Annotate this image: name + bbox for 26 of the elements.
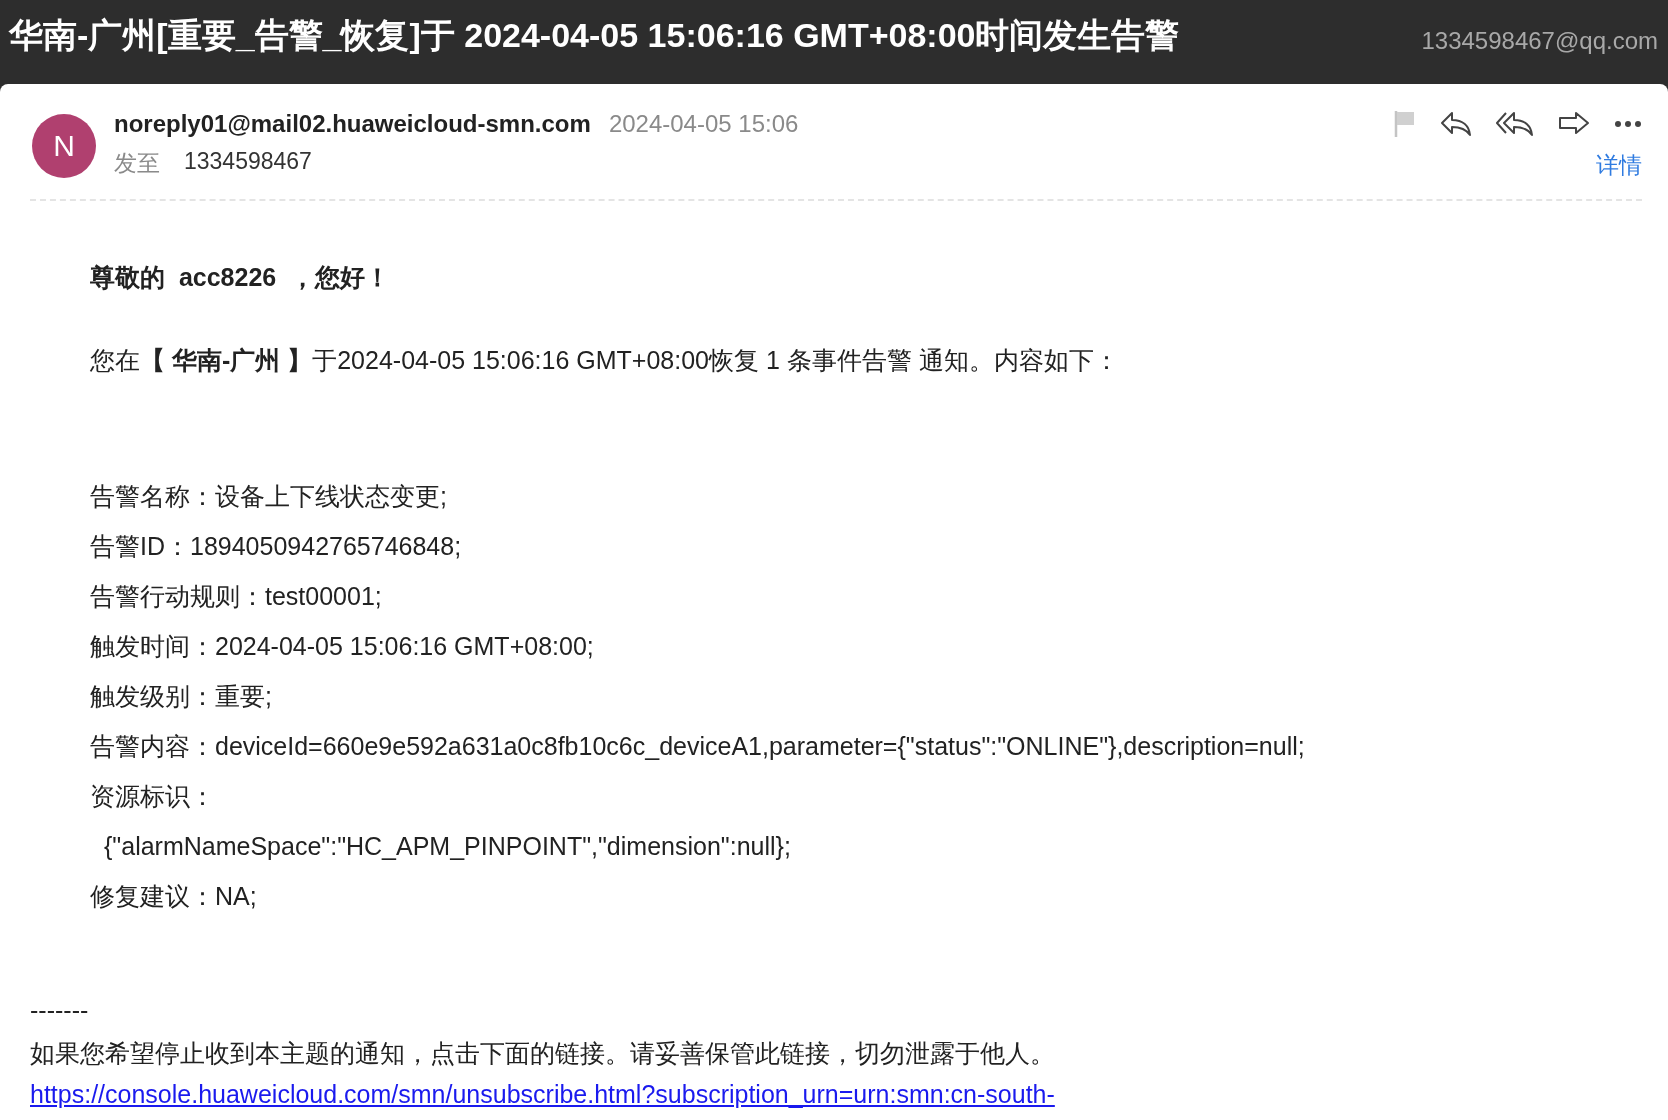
- recipient-label: 发至: [114, 149, 160, 178]
- forward-icon[interactable]: [1558, 111, 1590, 137]
- greeting-text: 尊敬的 acc8226 ，您好！: [90, 262, 392, 293]
- body-line: 告警行动规则：test00001;: [90, 581, 383, 612]
- body-line: 触发级别：重要;: [90, 681, 273, 712]
- body-line: 资源标识：: [90, 781, 216, 812]
- body-line: 触发时间：2024-04-05 15:06:16 GMT+08:00;: [90, 631, 595, 662]
- details-link[interactable]: 详情: [1596, 150, 1642, 181]
- reply-all-icon[interactable]: [1496, 111, 1534, 137]
- unsubscribe-link[interactable]: https://console.huaweicloud.com/smn/unsubscribe.html?subscription_urn=urn:smn:cn-south-: [30, 1080, 1055, 1109]
- separator-text: -------: [30, 995, 90, 1025]
- email-subject: 华南-广州[重要_告警_恢复]于 2024-04-05 15:06:16 GMT+08:00时间发生告警: [9, 15, 1180, 56]
- more-icon[interactable]: [1614, 120, 1642, 128]
- body-line: {"alarmNameSpace":"HC_APM_PINPOINT","dimension":null};: [103, 831, 792, 862]
- body-line: 修复建议：NA;: [90, 881, 258, 912]
- recipient-address: 1334598467: [184, 148, 312, 176]
- sender-address: noreply01@mail02.huaweicloud-smn.com: [114, 110, 591, 138]
- sender-avatar: N: [32, 114, 96, 178]
- sent-date: 2024-04-05 15:06: [608, 110, 799, 138]
- body-line: 告警名称：设备上下线状态变更;: [90, 481, 448, 512]
- intro-text: 您在【 华南-广州 】于2024-04-05 15:06:16 GMT+08:00恢复 1 条事件告警 通知。内容如下：: [90, 345, 1120, 376]
- body-line: 告警内容：deviceId=660e9e592a631a0c8fb10c6c_deviceA1,parameter={"status":"ONLINE"},description=null;: [90, 731, 1306, 762]
- reply-icon[interactable]: [1440, 111, 1472, 137]
- body-line: 告警ID：1894050942765746848;: [90, 531, 463, 562]
- notice-text: 如果您希望停止收到本主题的通知，点击下面的链接。请妥善保管此链接，切勿泄露于他人。: [30, 1038, 1056, 1069]
- account-address: 1334598467@qq.com: [1421, 27, 1658, 55]
